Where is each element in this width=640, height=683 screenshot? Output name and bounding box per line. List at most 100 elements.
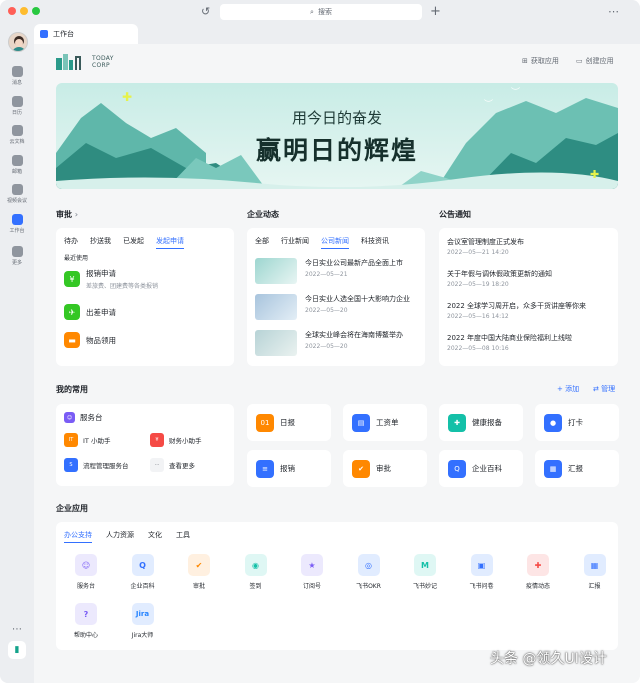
enterprise-tab-2[interactable]: 文化	[148, 530, 162, 543]
sidebar-item-5[interactable]: 工作台	[0, 214, 34, 234]
approval-item[interactable]: ¥ 报销申请 差旅费、团建费等各类报销	[64, 268, 158, 290]
sidebar-item-label: 邮箱	[11, 169, 22, 175]
search-input[interactable]: ⌕ 搜索	[220, 4, 422, 20]
news-item[interactable]: 全球实业峰会将在海南博鳌举办 2022—05—20	[255, 330, 403, 356]
news-tab-3[interactable]: 科技资讯	[361, 236, 389, 249]
favorite-tile-icon: 01	[256, 413, 274, 432]
avatar[interactable]	[8, 32, 28, 52]
announcement-item[interactable]: 2022 全球学习周开启，众多干货讲座等你来 2022—05—16 14:12	[447, 301, 617, 320]
sidebar-item-1[interactable]: 日历	[0, 96, 34, 116]
more-apps-icon[interactable]: ⋯	[11, 624, 23, 636]
announcement-item[interactable]: 关于年假与调休假政策更新的通知 2022—05—19 18:20	[447, 269, 617, 288]
service-desk-item[interactable]: ¥ 财务小助手	[150, 433, 202, 447]
favorite-tile[interactable]: ≡ 报销	[247, 450, 331, 487]
get-app-button[interactable]: ⊞ 获取应用	[522, 56, 559, 66]
enterprise-app-icon: M	[414, 554, 436, 576]
enterprise-app-icon: ?	[75, 603, 97, 625]
logo-line-2: CORP	[92, 62, 110, 69]
approval-tab-0[interactable]: 待办	[64, 236, 78, 249]
favorite-tile[interactable]: ✚ 健康报备	[439, 404, 523, 441]
sidebar-item-4[interactable]: 视频会议	[0, 184, 34, 204]
enterprise-app[interactable]: ? 帮助中心	[66, 603, 106, 639]
service-desk-icon: ☺	[64, 412, 75, 423]
service-desk-header[interactable]: ☺ 服务台	[64, 412, 103, 423]
enterprise-tab-0[interactable]: 办公支持	[64, 530, 92, 543]
enterprise-tab-1[interactable]: 人力资源	[106, 530, 134, 543]
maximize-window-button[interactable]	[32, 7, 40, 15]
enterprise-app-icon: ▦	[583, 554, 606, 576]
enterprise-app-icon: ▣	[470, 554, 493, 576]
add-favorite-button[interactable]: + 添加	[557, 384, 579, 394]
enterprise-app-label: 订阅号	[302, 583, 321, 590]
sidebar-item-0[interactable]: 消息	[0, 66, 34, 86]
tab-workplace[interactable]: 工作台	[34, 24, 138, 44]
service-desk-item-label: 流程管理服务台	[83, 462, 129, 470]
company-logo: TODAY CORP	[56, 54, 114, 70]
manage-favorites-button[interactable]: ⇄ 管理	[593, 384, 615, 394]
close-window-button[interactable]	[8, 7, 16, 15]
news-item[interactable]: 今日实业公司最新产品全面上市 2022—05—21	[255, 258, 403, 284]
favorite-tile[interactable]: ✔ 审批	[343, 450, 427, 487]
sidebar-item-label: 工作台	[9, 228, 25, 234]
enterprise-app[interactable]: ▦ 汇报	[575, 554, 615, 590]
svg-text:✚: ✚	[590, 168, 599, 181]
tab-label: 工作台	[53, 30, 74, 38]
service-desk-item[interactable]: IT IT 小助手	[64, 433, 110, 447]
approval-tab-3[interactable]: 发起申请	[156, 236, 184, 249]
service-desk-card: ☺ 服务台 IT IT 小助手 ¥ 财务小助手 S 流程管理服务台 ··· 查看更多	[56, 404, 234, 486]
favorite-tile[interactable]: ▤ 工资单	[343, 404, 427, 441]
approval-item[interactable]: ✈ 出差申请	[64, 304, 116, 320]
service-desk-item[interactable]: ··· 查看更多	[150, 458, 195, 472]
enterprise-apps-card: 办公支持 人力资源 文化 工具 ☺ 服务台 Q 企业百科 ✔ 审批 ◉ 签到 ★ 订阅号 ◎ 飞书OKR M 飞…	[56, 522, 618, 650]
approval-tab-2[interactable]: 已发起	[123, 236, 144, 249]
enterprise-app-label: Jira大师	[131, 632, 154, 639]
favorite-tile[interactable]: ● 打卡	[535, 404, 619, 441]
news-card: 全部 行业新闻 公司新闻 科技资讯 今日实业公司最新产品全面上市 2022—05—21 今…	[247, 228, 425, 366]
sidebar-item-6[interactable]: 更多	[0, 246, 34, 266]
more-options-icon[interactable]: ⋯	[608, 5, 619, 19]
sidebar-item-2[interactable]: 云文档	[0, 125, 34, 145]
announcement-section-title: 公告通知	[439, 210, 471, 219]
news-item[interactable]: 今日实业人选全国十大影响力企业 2022—05—20	[255, 294, 410, 320]
create-app-button[interactable]: ▭ 创建应用	[576, 56, 614, 66]
svg-text:✚: ✚	[122, 90, 132, 104]
enterprise-app-icon: ✚	[527, 554, 549, 576]
workplace-shortcut-icon[interactable]: ▮	[8, 641, 26, 659]
service-desk-item-icon: ¥	[150, 433, 164, 447]
enterprise-app[interactable]: ☺ 服务台	[66, 554, 106, 590]
enterprise-app[interactable]: ▣ 飞书问卷	[462, 554, 502, 590]
approval-item[interactable]: ▬ 物品领用	[64, 332, 116, 348]
enterprise-app[interactable]: ★ 订阅号	[292, 554, 332, 590]
enterprise-app[interactable]: ✔ 审批	[179, 554, 219, 590]
enterprise-app[interactable]: ◎ 飞书OKR	[349, 554, 389, 590]
enterprise-app[interactable]: M 飞书妙记	[405, 554, 445, 590]
add-icon[interactable]: +	[430, 5, 441, 19]
sidebar-item-3[interactable]: 邮箱	[0, 155, 34, 175]
history-icon[interactable]: ↺	[201, 5, 210, 19]
favorite-tile-label: 工资单	[376, 418, 399, 427]
news-tab-1[interactable]: 行业新闻	[281, 236, 309, 249]
enterprise-app[interactable]: ◉ 签到	[236, 554, 276, 590]
favorite-tile[interactable]: Q 企业百科	[439, 450, 523, 487]
approval-tab-1[interactable]: 抄送我	[90, 236, 111, 249]
company-logo-icon	[56, 54, 81, 70]
news-tab-2[interactable]: 公司新闻	[321, 236, 349, 249]
service-desk-item[interactable]: S 流程管理服务台	[64, 458, 129, 472]
favorite-tile[interactable]: 01 日报	[247, 404, 331, 441]
enterprise-app[interactable]: ✚ 疫情动态	[518, 554, 558, 590]
news-tab-0[interactable]: 全部	[255, 236, 269, 249]
favorite-tile-icon: ▦	[544, 459, 562, 478]
enterprise-app-label: 服务台	[76, 583, 95, 590]
announcement-item[interactable]: 会议室管理制度正式发布 2022—05—21 14:20	[447, 237, 617, 256]
news-thumbnail	[255, 294, 297, 320]
announcement-item[interactable]: 2022 年度中国大陆商业保险福利上线啦 2022—05—08 10:16	[447, 333, 617, 352]
approval-section-title[interactable]: 审批 ›	[56, 209, 78, 220]
enterprise-tab-3[interactable]: 工具	[176, 530, 190, 543]
news-title: 全球实业峰会将在海南博鳌举办	[305, 331, 403, 339]
minimize-window-button[interactable]	[20, 7, 28, 15]
enterprise-app-label: 审批	[192, 583, 205, 590]
favorite-tile-icon: ≡	[256, 459, 274, 478]
favorite-tile[interactable]: ▦ 汇报	[535, 450, 619, 487]
enterprise-app[interactable]: Jira Jira大师	[123, 603, 163, 639]
enterprise-app[interactable]: Q 企业百科	[123, 554, 163, 590]
